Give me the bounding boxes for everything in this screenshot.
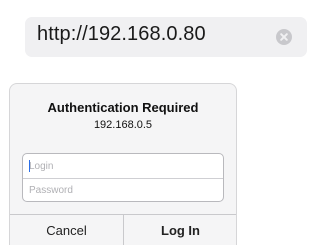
dialog-button-row: Cancel Log In [10, 214, 236, 245]
url-text: http://192.168.0.80 [37, 23, 206, 45]
dialog-title: Authentication Required [47, 100, 199, 115]
credentials-field-group [22, 153, 224, 202]
log-in-button[interactable]: Log In [123, 215, 236, 245]
password-input[interactable] [23, 178, 223, 201]
text-cursor [29, 160, 30, 172]
cancel-button[interactable]: Cancel [10, 215, 123, 245]
dialog-host: 192.168.0.5 [93, 119, 153, 131]
login-input[interactable] [23, 154, 223, 178]
clear-icon[interactable] [276, 29, 292, 45]
authentication-dialog: Authentication Required 192.168.0.5 Canc… [9, 83, 237, 245]
address-bar[interactable]: http://192.168.0.80 [25, 17, 307, 57]
